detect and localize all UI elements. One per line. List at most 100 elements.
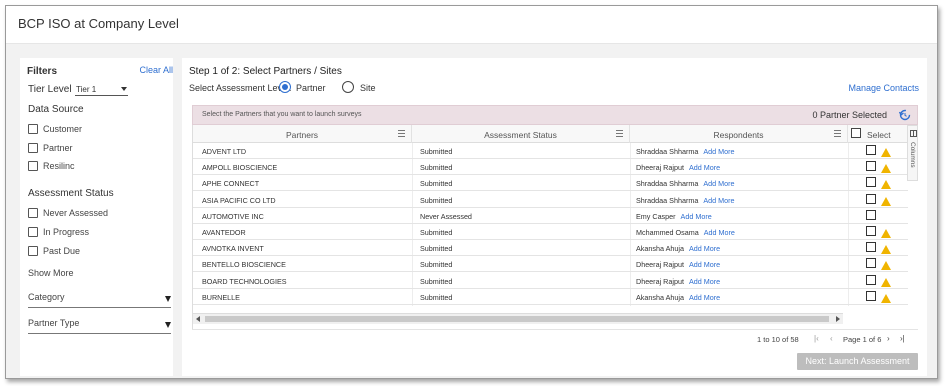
next-launch-assessment-button[interactable]: Next: Launch Assessment: [797, 353, 918, 370]
row-select-checkbox[interactable]: [866, 177, 876, 188]
row-select-checkbox[interactable]: [866, 145, 876, 155]
table-row[interactable]: AVNOTKA INVENT Submitted Akansha Ahuja Add …: [193, 240, 908, 257]
filters-title: Filters: [27, 66, 58, 77]
radio-site[interactable]: [342, 81, 354, 93]
row-select-checkbox[interactable]: [866, 242, 876, 253]
respondent-name: Shraddaa Shharma: [636, 195, 699, 205]
assessment-status-title: Assessment Status: [28, 188, 114, 199]
filter-label: In Progress: [43, 227, 90, 237]
filters-panel: Filters Clear All Tier Level Tier 1 Data…: [20, 58, 173, 376]
horizontal-scrollbar[interactable]: [193, 313, 843, 324]
column-title: Assessment Status: [484, 130, 557, 140]
row-select-checkbox[interactable]: [866, 161, 876, 172]
clear-all-link[interactable]: Clear All: [139, 65, 173, 75]
page-title: BCP ISO at Company Level: [18, 16, 179, 31]
assessment-status: Submitted: [420, 163, 453, 173]
table-row[interactable]: ADVENT LTD Submitted Shraddaa Shharma Add M…: [193, 143, 908, 159]
checkbox[interactable]: [28, 161, 38, 171]
first-page-icon[interactable]: |‹: [814, 334, 819, 343]
menu-icon[interactable]: [398, 130, 405, 137]
warning-icon: [881, 277, 891, 287]
table-row[interactable]: BOARD TECHNOLOGIES Submitted Dheeraj Rajpu…: [193, 273, 908, 289]
partner-type-dropdown[interactable]: Partner Type: [28, 316, 171, 334]
scroll-right-icon[interactable]: [836, 316, 840, 322]
add-more-link[interactable]: Add More: [689, 277, 720, 286]
assessment-status: Submitted: [420, 179, 453, 189]
assessment-status: Never Assessed: [420, 211, 472, 221]
scrollbar-thumb[interactable]: [205, 316, 829, 322]
table-row[interactable]: AVANTEDOR Submitted Mchammed Osama Add More: [193, 224, 908, 240]
column-title: Select: [867, 130, 891, 140]
table-row[interactable]: ASIA PACIFIC CO LTD Submitted Shraddaa Shh…: [193, 192, 908, 208]
add-more-link[interactable]: Add More: [703, 179, 734, 188]
add-more-link[interactable]: Add More: [689, 163, 720, 172]
add-more-link[interactable]: Add More: [689, 244, 720, 253]
checkbox[interactable]: [28, 208, 38, 218]
prev-page-icon[interactable]: ‹: [830, 334, 833, 343]
category-dropdown[interactable]: Category: [28, 290, 171, 308]
row-select-checkbox[interactable]: [866, 290, 876, 301]
warning-icon: [881, 261, 891, 271]
partner-name: APHE CONNECT: [202, 179, 260, 189]
table-row[interactable]: APHE CONNECT Submitted Shraddaa Shharma Add…: [193, 175, 908, 192]
main-panel: Step 1 of 2: Select Partners / Sites Sel…: [182, 58, 927, 376]
last-page-icon[interactable]: ›|: [900, 334, 905, 343]
menu-icon[interactable]: [834, 130, 841, 137]
show-more-link[interactable]: Show More: [28, 268, 74, 278]
respondent-name: Dheeraj Rajput: [636, 260, 684, 270]
table-row[interactable]: AMPOLL BIOSCIENCE Submitted Dheeraj Rajput…: [193, 159, 908, 176]
row-select-checkbox[interactable]: [866, 193, 876, 204]
columns-side-tab[interactable]: Columns: [907, 125, 918, 181]
respondents-cell: Shraddaa Shharma Add More: [636, 196, 735, 205]
partner-name: AVANTEDOR: [202, 228, 246, 237]
add-more-link[interactable]: Add More: [703, 196, 734, 205]
checkbox[interactable]: [28, 124, 38, 134]
tier-level-select[interactable]: Tier 1: [75, 84, 128, 96]
menu-icon[interactable]: [616, 130, 623, 137]
table-row[interactable]: AUTOMOTIVE INC Never Assessed Emy Casper Ad…: [193, 208, 908, 224]
assessment-status: Submitted: [420, 228, 453, 237]
checkbox[interactable]: [28, 227, 38, 237]
add-more-link[interactable]: Add More: [681, 212, 712, 221]
column-header-respondents[interactable]: Respondents: [630, 125, 848, 143]
respondent-name: Dheeraj Rajput: [636, 163, 684, 173]
radio-partner-label[interactable]: Partner: [296, 83, 326, 93]
column-header-partners[interactable]: Partners: [193, 125, 412, 143]
column-title: Partners: [285, 130, 319, 140]
add-more-link[interactable]: Add More: [689, 260, 720, 269]
add-more-link[interactable]: Add More: [689, 293, 720, 302]
radio-site-label[interactable]: Site: [360, 83, 376, 93]
filter-label: Resilinc: [43, 161, 75, 171]
scroll-left-icon[interactable]: [196, 316, 200, 322]
filter-label: Past Due: [43, 246, 81, 256]
respondents-cell: Shraddaa Shharma Add More: [636, 179, 735, 188]
warning-icon: [881, 245, 891, 255]
filter-label: Customer: [43, 124, 83, 134]
checkbox[interactable]: [28, 143, 38, 153]
table-row[interactable]: BENTELLO BIOSCIENCE Submitted Dheeraj Rajp…: [193, 256, 908, 273]
respondents-cell: Akansha Ahuja Add More: [636, 244, 720, 253]
column-header-select[interactable]: Select: [848, 125, 908, 143]
columns-icon: [910, 130, 917, 137]
row-select-checkbox[interactable]: [866, 274, 876, 285]
add-more-link[interactable]: Add More: [703, 147, 734, 156]
row-select-checkbox[interactable]: [866, 209, 876, 220]
next-page-icon[interactable]: ›: [887, 334, 890, 343]
checkbox[interactable]: [28, 246, 38, 256]
column-header-status[interactable]: Assessment Status: [412, 125, 630, 143]
row-select-checkbox[interactable]: [866, 226, 876, 236]
add-more-link[interactable]: Add More: [704, 228, 735, 237]
radio-partner[interactable]: [279, 81, 291, 93]
select-all-checkbox[interactable]: [851, 128, 861, 138]
respondents-cell: Mchammed Osama Add More: [636, 228, 735, 237]
respondents-cell: Emy Casper Add More: [636, 212, 712, 221]
partner-name: BURNELLE: [202, 292, 240, 302]
manage-contacts-link[interactable]: Manage Contacts: [848, 83, 919, 93]
refresh-icon[interactable]: [898, 108, 912, 122]
table-row[interactable]: BURNELLE Submitted Akansha Ahuja Add More: [193, 289, 908, 305]
tier-level-label: Tier Level: [28, 84, 72, 95]
row-select-checkbox[interactable]: [866, 258, 876, 269]
dropdown-label: Partner Type: [28, 318, 80, 328]
partner-name: BENTELLO BIOSCIENCE: [202, 260, 286, 270]
partner-name: AVNOTKA INVENT: [202, 244, 264, 254]
